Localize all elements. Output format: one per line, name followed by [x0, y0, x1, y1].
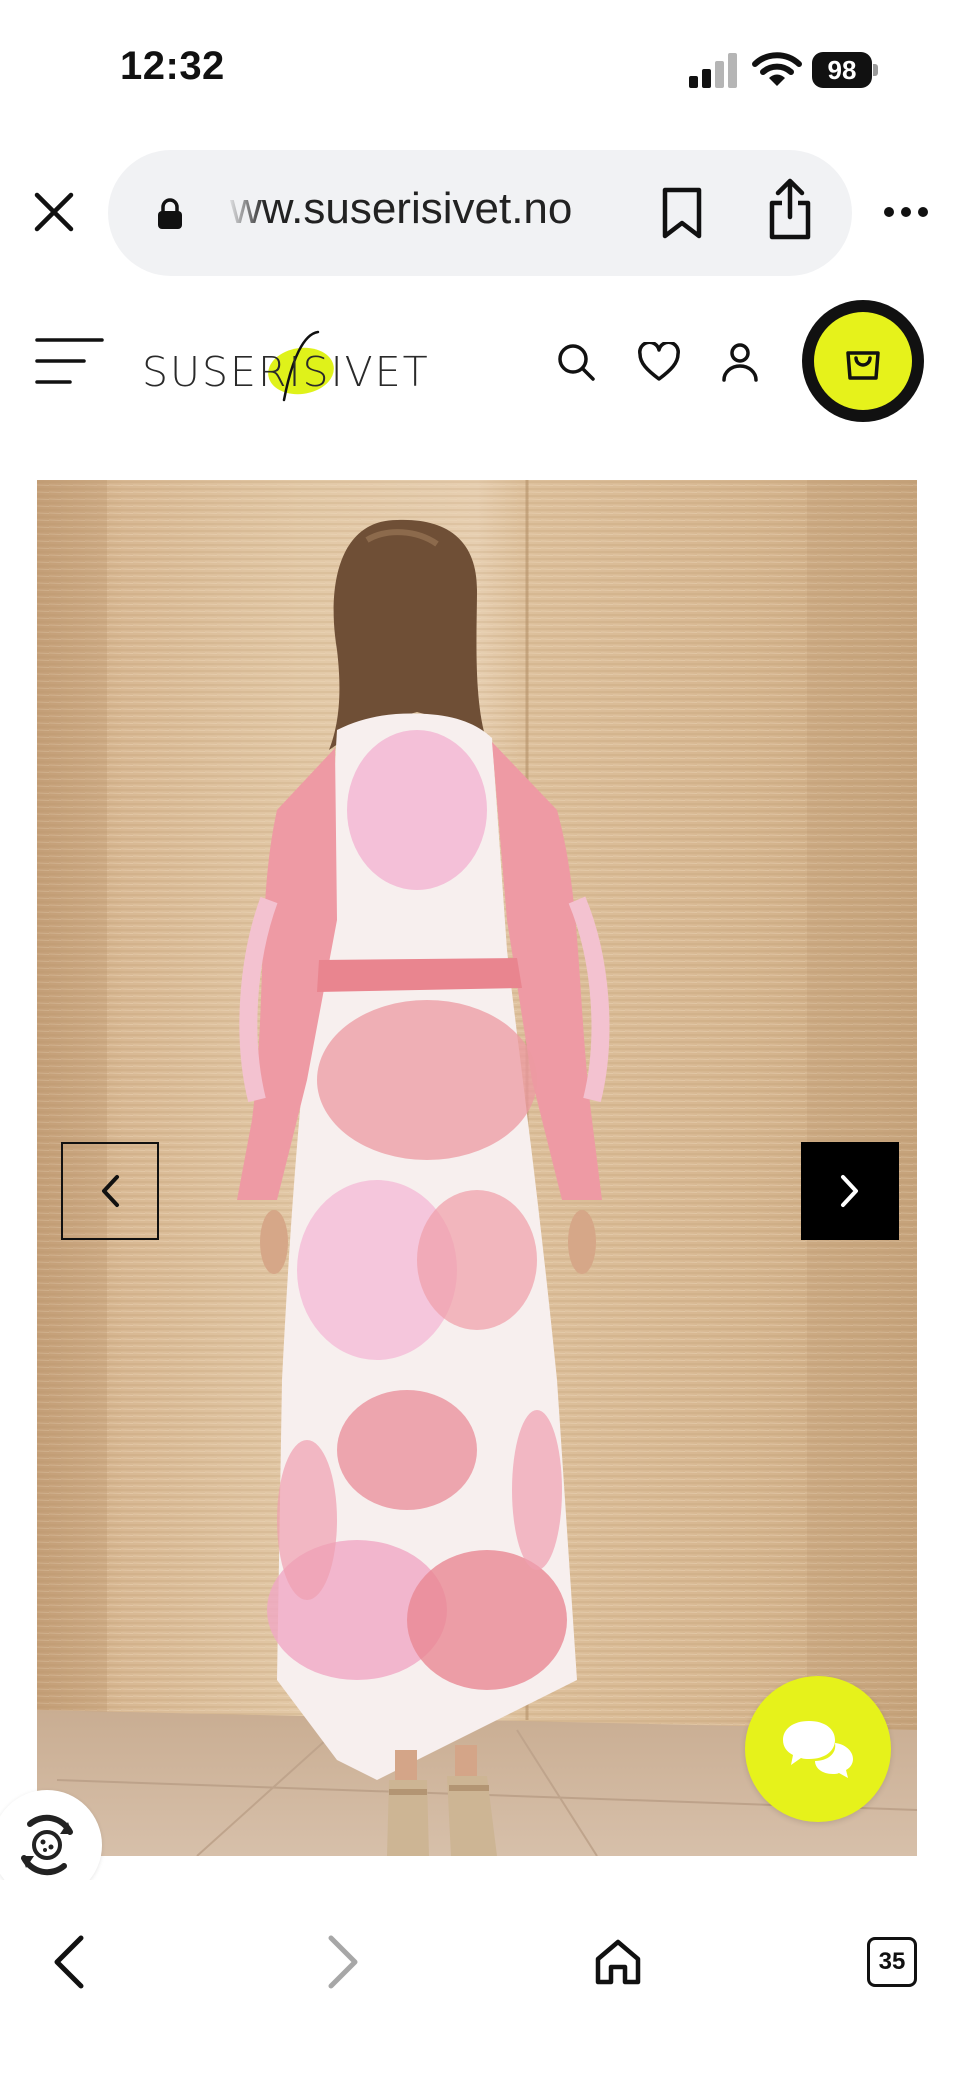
wifi-icon — [752, 52, 802, 86]
logo-text: SUSERISIVET — [142, 348, 430, 396]
chevron-right-icon — [841, 1175, 858, 1207]
browser-toolbar: 35 — [0, 1880, 960, 2081]
menu-button[interactable] — [34, 336, 106, 386]
url-fade — [226, 180, 266, 246]
battery-indicator: 98 — [812, 52, 878, 88]
back-icon — [54, 1935, 84, 1989]
heart-icon — [638, 342, 680, 381]
close-icon — [34, 192, 74, 232]
battery-level: 98 — [812, 52, 872, 88]
product-image — [37, 480, 917, 1856]
user-icon — [722, 343, 758, 382]
site-logo[interactable]: SUSERISIVET — [142, 318, 428, 402]
cart-button-inner — [814, 312, 912, 410]
forward-button[interactable] — [306, 1924, 382, 2000]
chat-button[interactable] — [745, 1676, 891, 1822]
site-header: SUSERISIVET — [0, 296, 960, 426]
menu-icon — [35, 338, 104, 384]
lock-icon — [158, 198, 182, 229]
search-icon — [558, 344, 595, 381]
gallery-prev-button[interactable] — [61, 1142, 159, 1240]
forward-icon — [328, 1935, 358, 1989]
share-button[interactable] — [760, 174, 820, 244]
address-bar[interactable]: ww.suserisivet.no — [108, 150, 852, 276]
status-bar: 12:32 98 — [0, 0, 960, 140]
cellular-signal-icon — [689, 53, 737, 88]
status-time: 12:32 — [120, 44, 225, 88]
bookmark-button[interactable] — [653, 182, 711, 244]
home-button[interactable] — [580, 1924, 656, 2000]
cookie-settings-icon — [21, 1814, 73, 1876]
url-text: ww.suserisivet.no — [230, 184, 573, 233]
page: 12:32 98 ww.suserisivet.no SUSERISIVET 3… — [0, 0, 960, 2081]
wishlist-button[interactable] — [633, 336, 685, 388]
home-icon — [595, 1939, 641, 1985]
more-button[interactable] — [878, 190, 934, 234]
close-tab-button[interactable] — [26, 184, 82, 240]
chevron-left-icon — [102, 1175, 119, 1207]
share-icon — [769, 178, 811, 240]
more-icon — [884, 207, 928, 217]
tabs-button[interactable]: 35 — [854, 1924, 930, 2000]
bookmark-icon — [662, 187, 702, 239]
search-button[interactable] — [550, 336, 602, 388]
account-button[interactable] — [714, 336, 766, 388]
gallery-next-button[interactable] — [801, 1142, 899, 1240]
shopping-bag-icon — [846, 351, 880, 380]
tabs-count: 35 — [867, 1937, 917, 1987]
cart-button[interactable] — [802, 300, 924, 422]
back-button[interactable] — [30, 1924, 106, 2000]
browser-bar: ww.suserisivet.no — [0, 150, 960, 276]
battery-tip — [873, 64, 878, 76]
product-gallery[interactable] — [37, 480, 917, 1856]
chat-bubbles-icon — [783, 1721, 853, 1778]
